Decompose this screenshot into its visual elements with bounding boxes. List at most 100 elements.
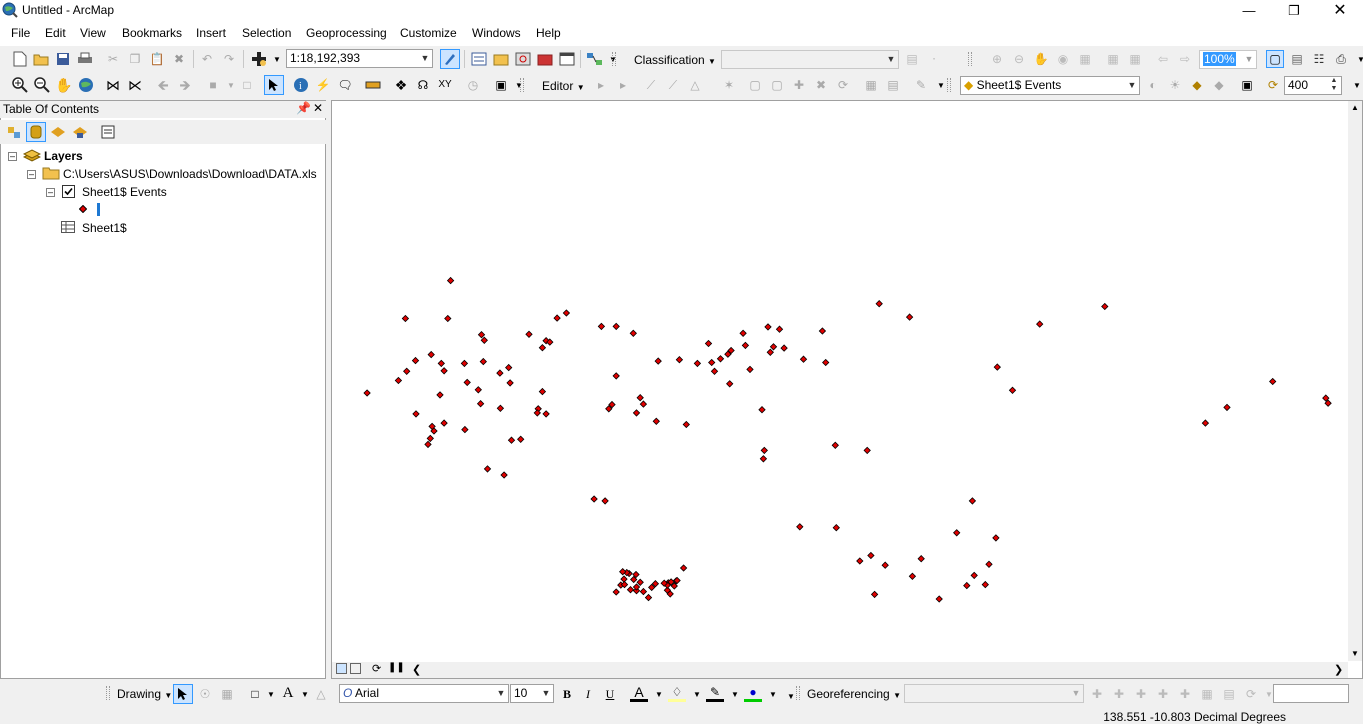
georef-pan-icon[interactable]: ✋: [1032, 50, 1050, 68]
fixed-zoom-out-icon[interactable]: ⋉: [126, 76, 144, 94]
edit-vertices-icon[interactable]: ▢: [746, 76, 764, 94]
save-icon[interactable]: [54, 50, 72, 68]
point-icon[interactable]: ✶: [720, 76, 738, 94]
adjust-contrast-icon[interactable]: ◐: [1144, 76, 1162, 94]
undo-icon[interactable]: ↶: [198, 50, 216, 68]
menu-windows[interactable]: Windows: [470, 26, 523, 40]
layers-root-label[interactable]: Layers: [44, 149, 83, 163]
font-size-combo[interactable]: 10 ▼: [510, 684, 554, 703]
open-folder-icon[interactable]: [32, 50, 50, 68]
create-viewer-icon[interactable]: ▣: [492, 76, 510, 94]
source-path-label[interactable]: C:\Users\ASUS\Downloads\Download\DATA.xl…: [63, 167, 317, 181]
add-control-points-icon[interactable]: ✚: [1088, 685, 1106, 703]
collapse-layer-icon[interactable]: –: [46, 188, 55, 197]
georef-layer-combo[interactable]: ▼: [904, 684, 1084, 703]
data-view-toggle-icon[interactable]: ▢: [1266, 50, 1284, 68]
hyperlink-icon[interactable]: ⚡: [314, 76, 332, 94]
classify-points-icon[interactable]: ⋅: [925, 50, 943, 68]
select-link-icon[interactable]: ✚: [1110, 685, 1128, 703]
classify-icon[interactable]: ▤: [903, 50, 921, 68]
georef-back-icon[interactable]: ⇦: [1154, 50, 1172, 68]
edit-annotation-icon[interactable]: ▸: [614, 76, 632, 94]
adjust-transparency-icon[interactable]: ◆: [1188, 76, 1206, 94]
georef-zoom-out-icon[interactable]: ⊖: [1010, 50, 1028, 68]
list-by-source-icon[interactable]: [26, 122, 46, 142]
time-slider-icon[interactable]: ◷: [464, 76, 482, 94]
classification-dropdown[interactable]: Classification ▼: [634, 53, 716, 67]
rectangle-dropdown-icon[interactable]: ▼: [262, 686, 280, 704]
close-icon[interactable]: ✕: [1317, 0, 1363, 22]
zoom-in-icon[interactable]: [11, 76, 29, 94]
flicker-icon[interactable]: ▣: [1238, 76, 1256, 94]
split-icon[interactable]: ✖: [812, 76, 830, 94]
restore-icon[interactable]: ❐: [1271, 0, 1317, 22]
georef-fixed-zoom-out-icon[interactable]: ▦: [1126, 50, 1144, 68]
bold-button[interactable]: B: [558, 685, 576, 703]
minimize-icon[interactable]: —: [1226, 0, 1272, 22]
flicker-rate-input[interactable]: 400 ▲ ▼: [1284, 76, 1342, 95]
copy-icon[interactable]: ❐: [126, 50, 144, 68]
map-scale-combo[interactable]: 1:18,192,393 ▼: [286, 49, 433, 68]
menu-view[interactable]: View: [78, 26, 108, 40]
marker-color-dropdown-icon[interactable]: ▼: [764, 686, 782, 704]
back-arrow-icon[interactable]: 🡸: [154, 76, 172, 94]
print-preview-icon[interactable]: ⎙: [1332, 50, 1350, 68]
go-to-xy-icon[interactable]: XY: [436, 76, 454, 94]
italic-button[interactable]: I: [579, 685, 597, 703]
vertical-scrollbar[interactable]: ▲ ▼: [1348, 101, 1362, 661]
georef-fixed-zoom-in-icon[interactable]: ▦: [1104, 50, 1122, 68]
zoom-to-elements-icon[interactable]: ▦: [218, 685, 236, 703]
paste-icon[interactable]: 📋: [148, 50, 166, 68]
collapse-layers-icon[interactable]: –: [8, 152, 17, 161]
list-by-selection-icon[interactable]: [71, 123, 89, 141]
drawing-dropdown[interactable]: Drawing ▼: [117, 687, 172, 701]
model-builder-icon[interactable]: [586, 50, 604, 68]
auto-hide-pin-icon[interactable]: 📌: [296, 101, 311, 115]
georeferencing-dropdown[interactable]: Georeferencing ▼: [807, 687, 901, 701]
trace-icon[interactable]: △: [686, 76, 704, 94]
font-color-icon[interactable]: A: [630, 684, 648, 702]
menu-insert[interactable]: Insert: [194, 26, 228, 40]
collapse-source-icon[interactable]: –: [27, 170, 36, 179]
layer-name-label[interactable]: Sheet1$ Events: [82, 185, 167, 199]
toc-options-icon[interactable]: [99, 123, 117, 141]
menu-geoprocessing[interactable]: Geoprocessing: [304, 26, 389, 40]
table-of-contents-icon[interactable]: [470, 50, 488, 68]
full-extent-globe-icon[interactable]: [77, 76, 95, 94]
identify-icon[interactable]: i: [292, 76, 310, 94]
underline-button[interactable]: U: [601, 685, 619, 703]
font-family-combo[interactable]: O Arial ▼: [339, 684, 509, 703]
edit-tool-icon[interactable]: ▸: [592, 76, 610, 94]
layout-view-small-icon[interactable]: [350, 663, 361, 674]
table-name-label[interactable]: Sheet1$: [82, 221, 127, 235]
rotate-icon[interactable]: ⟳: [834, 76, 852, 94]
endpoint-arc-icon[interactable]: ⟋: [664, 76, 682, 94]
map-display[interactable]: [332, 101, 1347, 661]
toc-close-icon[interactable]: ✕: [313, 101, 323, 115]
line-color-icon[interactable]: ✎: [706, 684, 724, 702]
pan-hand-icon[interactable]: ✋: [55, 76, 73, 94]
print-icon[interactable]: [76, 50, 94, 68]
delete-icon[interactable]: ✖: [170, 50, 188, 68]
search-window-icon[interactable]: [514, 50, 532, 68]
pause-drawing-icon[interactable]: ❚❚: [388, 662, 405, 673]
menu-selection[interactable]: Selection: [240, 26, 293, 40]
viewer-dropdown-icon[interactable]: ▼: [510, 77, 528, 95]
draw-select-icon[interactable]: [173, 684, 193, 704]
fill-color-dropdown-icon[interactable]: ▼: [688, 686, 706, 704]
clear-selection-icon[interactable]: □: [238, 76, 256, 94]
auto-register-icon[interactable]: ✚: [1176, 685, 1194, 703]
add-data-dropdown-icon[interactable]: ▼: [268, 51, 286, 69]
menu-customize[interactable]: Customize: [398, 26, 459, 40]
find-route-icon[interactable]: ☊: [414, 76, 432, 94]
zoom-to-link-icon[interactable]: ✚: [1132, 685, 1150, 703]
editor-dropdown[interactable]: Editor ▼: [542, 79, 585, 93]
font-color-dropdown-icon[interactable]: ▼: [650, 686, 668, 704]
fill-color-icon[interactable]: ♢: [668, 684, 686, 702]
delete-link-icon[interactable]: ✚: [1154, 685, 1172, 703]
georef-rotate-input[interactable]: [1273, 684, 1349, 703]
list-by-drawing-order-icon[interactable]: [5, 123, 23, 141]
menu-help[interactable]: Help: [534, 26, 563, 40]
georef-zoom-in-icon[interactable]: ⊕: [988, 50, 1006, 68]
menu-edit[interactable]: Edit: [43, 26, 68, 40]
